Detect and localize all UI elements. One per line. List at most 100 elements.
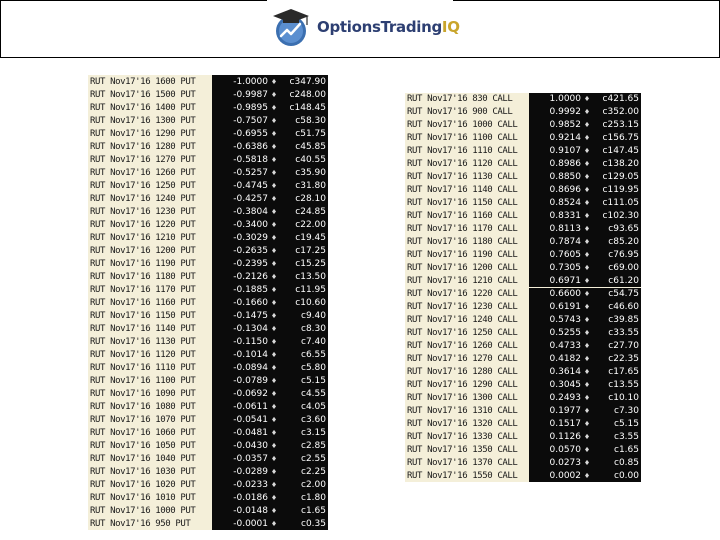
price-value: c10.10 (608, 392, 639, 403)
option-symbol: RUT Nov17'16 1280 CALL (407, 366, 518, 377)
option-values: -0.0001 ♦ c0.35 (212, 517, 328, 530)
delta-value: 0.2493 (549, 392, 582, 403)
table-row: RUT Nov17'16 1130 CALL 0.8850 ♦ c129.05 (405, 170, 641, 184)
option-values: 0.9214 ♦ c156.75 (529, 131, 641, 145)
option-symbol: RUT Nov17'16 1210 PUT (90, 232, 196, 243)
logo: OptionsTradingIQ (267, 0, 460, 56)
table-row: RUT Nov17'16 1260 PUT -0.5257 ♦ c35.90 (88, 166, 328, 179)
option-symbol: RUT Nov17'16 1160 PUT (90, 297, 196, 308)
delta-value: -0.2635 (233, 245, 268, 256)
delta-value: 0.6191 (549, 301, 582, 312)
price-value: c85.20 (608, 237, 639, 248)
option-values: 0.4182 ♦ c22.35 (529, 352, 641, 366)
table-row: RUT Nov17'16 1100 CALL 0.9214 ♦ c156.75 (405, 131, 641, 145)
price-value: c69.00 (608, 263, 639, 274)
logo-wordmark: OptionsTradingIQ (317, 18, 460, 36)
delta-value: -0.0430 (233, 440, 268, 451)
table-row: RUT Nov17'16 1100 PUT -0.0789 ♦ c5.15 (88, 374, 328, 387)
price-value: c17.65 (608, 366, 639, 377)
table-row: RUT Nov17'16 1150 CALL 0.8524 ♦ c111.05 (405, 196, 641, 210)
up-down-arrow-icon: ♦ (583, 238, 591, 247)
price-value: c93.65 (608, 224, 639, 235)
table-row: RUT Nov17'16 1280 PUT -0.6386 ♦ c45.85 (88, 140, 328, 153)
price-value: c111.05 (602, 198, 639, 209)
delta-value: 0.6600 (549, 288, 582, 299)
up-down-arrow-icon: ♦ (270, 103, 278, 112)
up-down-arrow-icon: ♦ (270, 90, 278, 99)
table-row: RUT Nov17'16 1130 PUT -0.1150 ♦ c7.40 (88, 335, 328, 348)
price-value: c11.95 (295, 284, 326, 295)
delta-value: 0.8850 (549, 172, 582, 183)
table-row: RUT Nov17'16 1040 PUT -0.0357 ♦ c2.55 (88, 452, 328, 465)
delta-value: -0.7507 (233, 115, 268, 126)
table-row: RUT Nov17'16 1170 PUT -0.1885 ♦ c11.95 (88, 283, 328, 296)
price-value: c39.85 (608, 314, 639, 325)
call-chain-table: RUT Nov17'16 830 CALL 1.0000 ♦ c421.65 RUT N… (405, 93, 641, 482)
option-values: -0.5257 ♦ c35.90 (212, 166, 328, 179)
option-symbol: RUT Nov17'16 1080 PUT (90, 401, 196, 412)
option-values: 0.1517 ♦ c5.15 (529, 417, 641, 431)
up-down-arrow-icon: ♦ (270, 233, 278, 242)
table-row: RUT Nov17'16 1310 CALL 0.1977 ♦ c7.30 (405, 404, 641, 418)
up-down-arrow-icon: ♦ (270, 337, 278, 346)
up-down-arrow-icon: ♦ (583, 354, 591, 363)
table-row: RUT Nov17'16 1200 CALL 0.7305 ♦ c69.00 (405, 261, 641, 275)
up-down-arrow-icon: ♦ (583, 277, 591, 285)
delta-value: -0.0541 (233, 414, 268, 425)
option-symbol: RUT Nov17'16 1030 PUT (90, 466, 196, 477)
table-row: RUT Nov17'16 1180 PUT -0.2126 ♦ c13.50 (88, 270, 328, 283)
delta-value: -0.1475 (233, 310, 268, 321)
price-value: c421.65 (602, 94, 639, 105)
option-symbol: RUT Nov17'16 1230 CALL (407, 301, 518, 312)
delta-value: -0.2395 (233, 258, 268, 269)
option-symbol: RUT Nov17'16 1300 CALL (407, 392, 518, 403)
table-row: RUT Nov17'16 1270 PUT -0.5818 ♦ c40.55 (88, 153, 328, 166)
delta-value: -0.0611 (233, 401, 268, 412)
up-down-arrow-icon: ♦ (583, 186, 591, 195)
table-row: RUT Nov17'16 1500 PUT -0.9987 ♦ c248.00 (88, 88, 328, 101)
option-symbol: RUT Nov17'16 1210 CALL (407, 276, 518, 286)
option-values: 0.4733 ♦ c27.70 (529, 339, 641, 353)
option-symbol: RUT Nov17'16 1370 CALL (407, 457, 518, 468)
option-values: -0.2126 ♦ c13.50 (212, 270, 328, 283)
delta-value: -0.6955 (233, 128, 268, 139)
delta-value: -0.3400 (233, 219, 268, 230)
table-row: RUT Nov17'16 1400 PUT -0.9895 ♦ c148.45 (88, 101, 328, 114)
up-down-arrow-icon: ♦ (583, 406, 591, 415)
delta-value: 0.4182 (549, 353, 582, 364)
option-values: -0.6386 ♦ c45.85 (212, 140, 328, 153)
delta-value: -0.0186 (233, 492, 268, 503)
price-value: c2.85 (301, 440, 326, 451)
option-values: -0.0148 ♦ c1.65 (212, 504, 328, 517)
table-row: RUT Nov17'16 1160 CALL 0.8331 ♦ c102.30 (405, 209, 641, 223)
table-row: RUT Nov17'16 1290 PUT -0.6955 ♦ c51.75 (88, 127, 328, 140)
up-down-arrow-icon: ♦ (270, 389, 278, 398)
table-row: RUT Nov17'16 1240 CALL 0.5743 ♦ c39.85 (405, 313, 641, 327)
price-value: c22.00 (295, 219, 326, 230)
price-value: c102.30 (602, 211, 639, 222)
price-value: c0.35 (301, 518, 326, 529)
price-value: c147.45 (602, 146, 639, 157)
option-values: 0.8850 ♦ c129.05 (529, 170, 641, 184)
option-values: -0.0894 ♦ c5.80 (212, 361, 328, 374)
delta-value: 0.9214 (549, 133, 582, 144)
price-value: c58.30 (295, 115, 326, 126)
option-values: -0.9987 ♦ c248.00 (212, 88, 328, 101)
price-value: c24.85 (295, 206, 326, 217)
table-row: RUT Nov17'16 1170 CALL 0.8113 ♦ c93.65 (405, 222, 641, 236)
option-values: -0.1660 ♦ c10.60 (212, 296, 328, 309)
up-down-arrow-icon: ♦ (583, 419, 591, 428)
up-down-arrow-icon: ♦ (270, 207, 278, 216)
option-values: -1.0000 ♦ c347.90 (212, 75, 328, 88)
price-value: c40.55 (295, 154, 326, 165)
option-symbol: RUT Nov17'16 1290 PUT (90, 128, 196, 139)
price-value: c8.30 (301, 323, 326, 334)
option-values: -0.0541 ♦ c3.60 (212, 413, 328, 426)
option-values: 0.5743 ♦ c39.85 (529, 313, 641, 327)
delta-value: -1.0000 (233, 76, 268, 87)
option-symbol: RUT Nov17'16 1130 CALL (407, 172, 518, 183)
up-down-arrow-icon: ♦ (270, 285, 278, 294)
option-symbol: RUT Nov17'16 1120 CALL (407, 159, 518, 170)
up-down-arrow-icon: ♦ (270, 259, 278, 268)
table-row: RUT Nov17'16 1600 PUT -1.0000 ♦ c347.90 (88, 75, 328, 88)
